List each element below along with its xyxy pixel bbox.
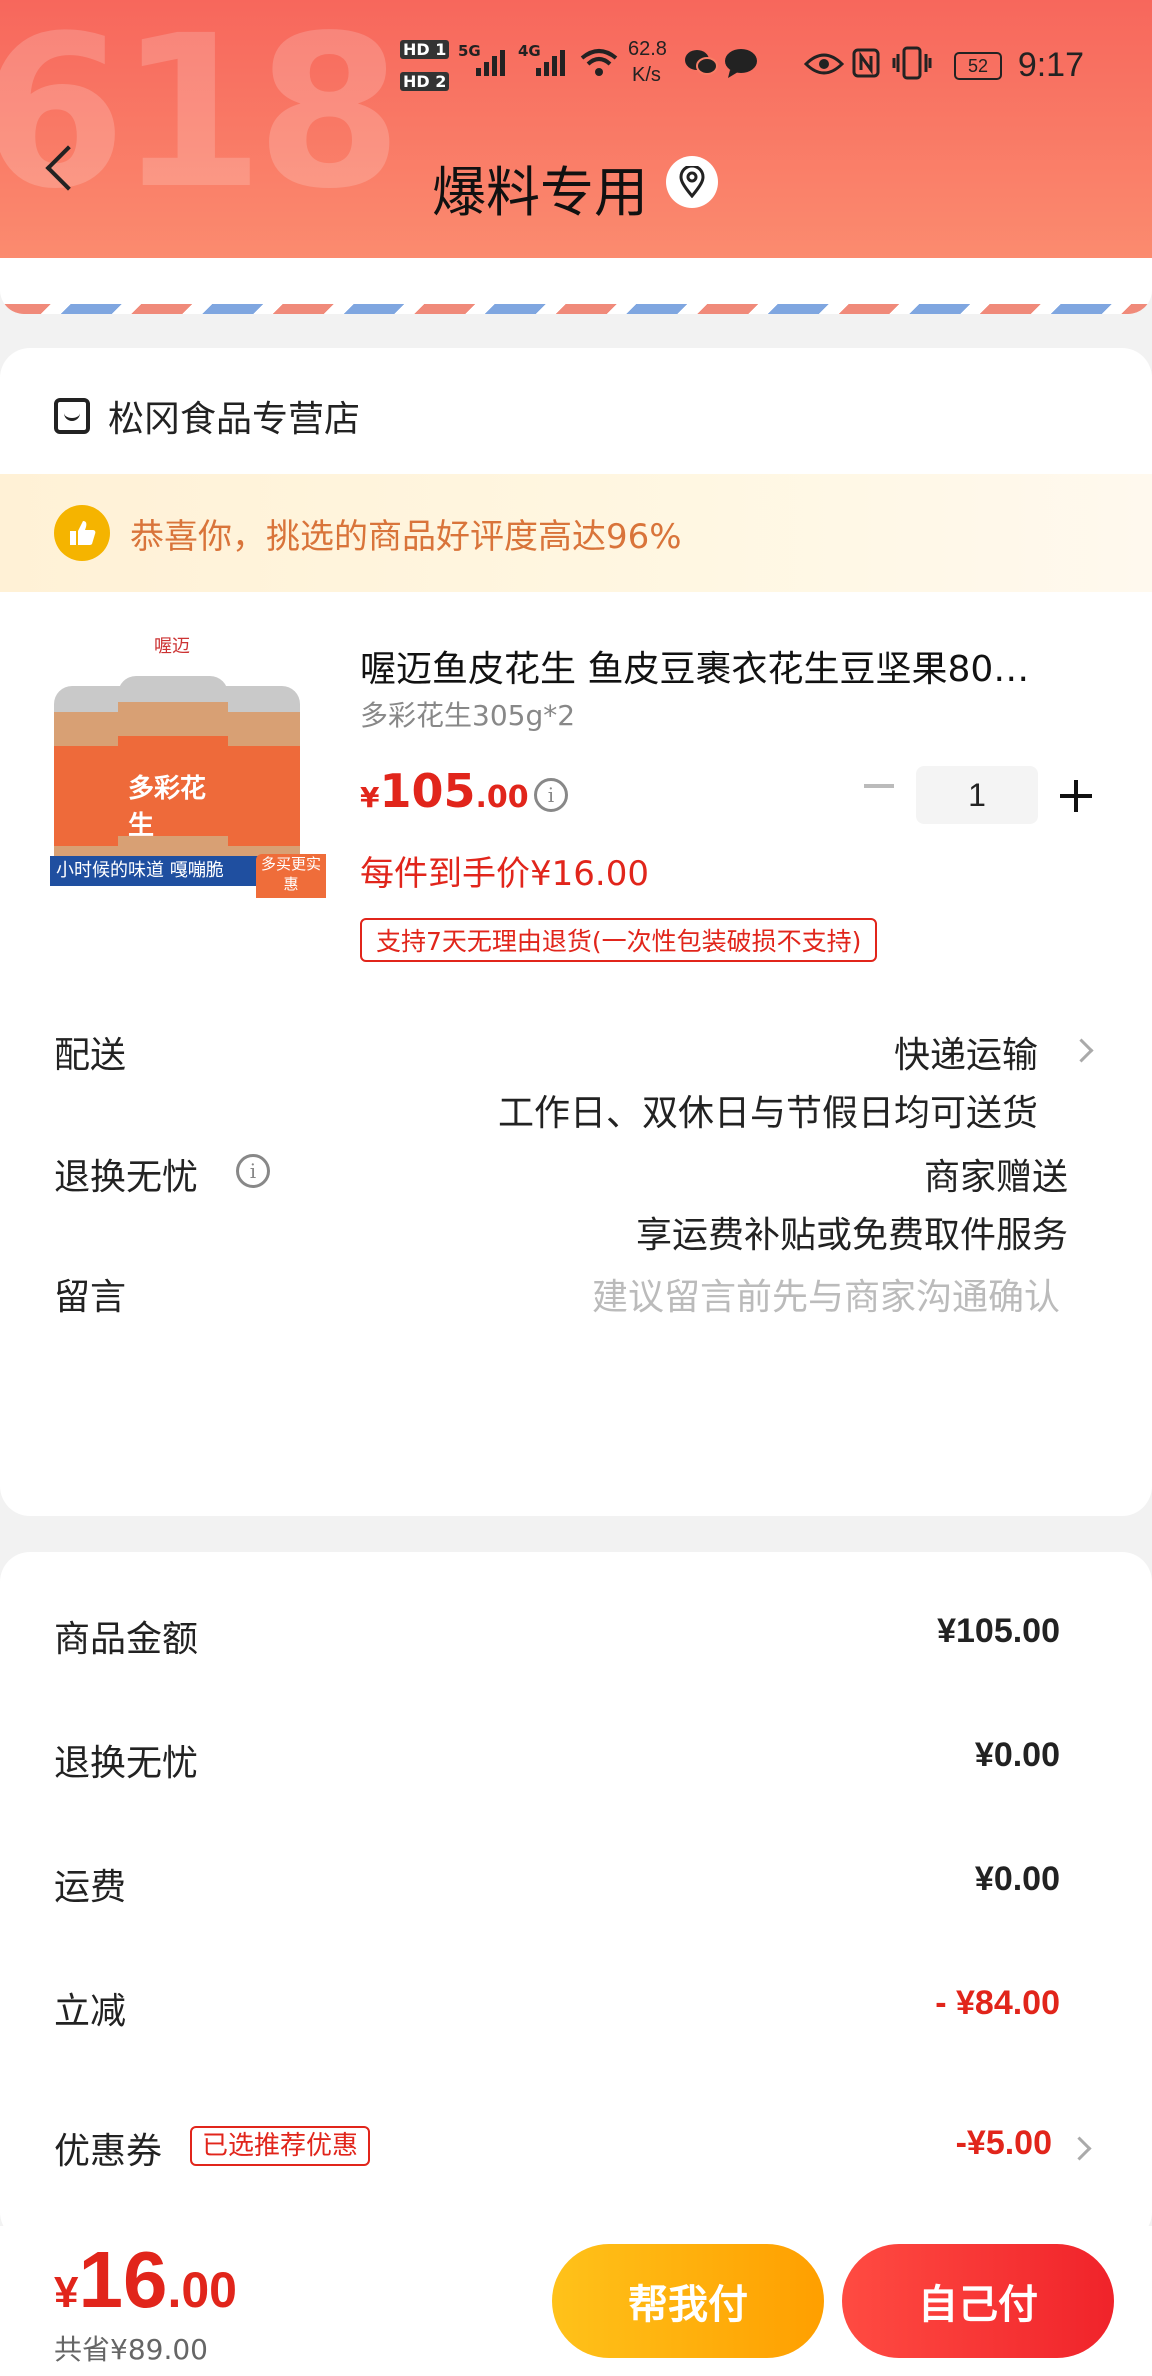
shop-name: 松冈食品专营店 <box>108 399 361 440</box>
shop-row[interactable]: 松冈食品专营店 <box>54 390 360 442</box>
product-spec[interactable]: 多彩花生305g*2 <box>360 694 575 734</box>
product-image-tag: 多买更实惠 <box>256 854 326 898</box>
coupon-tag: 已选推荐优惠 <box>190 2126 371 2166</box>
return-policy-tag: 支持7天无理由退货(一次性包装破损不支持) <box>360 918 878 962</box>
location-icon[interactable] <box>666 156 718 208</box>
summary-label-coupon: 优惠券 <box>54 2131 163 2172</box>
help-me-pay-button[interactable]: 帮我付 <box>552 2244 824 2358</box>
worry-free-note: 享运费补贴或免费取件服务 <box>635 1215 1068 1256</box>
checkout-bar: ¥16.00 共省¥89.00 帮我付 自己付 <box>0 2226 1152 2376</box>
eye-icon <box>804 53 844 75</box>
saved-amount: 共省¥89.00 <box>54 2333 208 2366</box>
summary-label-worry-free: 退换无忧 <box>54 1743 199 1784</box>
summary-value-coupon[interactable]: -¥5.00 <box>956 2124 1052 2163</box>
delivery-label: 配送 <box>54 1035 127 1076</box>
thumbs-up-icon <box>54 505 110 561</box>
product-price: ¥105.00 <box>360 764 529 818</box>
coupon-chevron-icon[interactable] <box>1067 2136 1092 2161</box>
summary-value-goods: ¥105.00 <box>937 1612 1060 1650</box>
summary-value-shipping: ¥0.00 <box>974 1860 1060 1898</box>
header: 618 HD 1 HD 2 5G 4G 62.8 K/s 52 9:17 爆料专… <box>0 0 1152 258</box>
quantity-input[interactable]: 1 <box>916 766 1038 824</box>
signal-icon <box>476 50 505 76</box>
total-price: ¥16.00 <box>54 2235 237 2324</box>
product-image[interactable]: 喔迈 多彩花生 小时候的味道 嘎嘣脆 多买更实惠 <box>50 626 326 912</box>
delivery-note: 工作日、双休日与节假日均可送货 <box>497 1093 1038 1134</box>
status-bar: HD 1 HD 2 5G 4G 62.8 K/s 52 9:17 <box>0 30 1152 100</box>
wechat-icon <box>685 50 718 75</box>
pay-myself-button[interactable]: 自己付 <box>842 2244 1114 2358</box>
delivery-method[interactable]: 快递运输 <box>894 1026 1038 1078</box>
message-label: 留言 <box>54 1277 127 1318</box>
quantity-plus-button[interactable] <box>1060 780 1092 812</box>
battery-icon: 52 <box>954 52 1002 80</box>
address-stripe <box>0 258 1152 314</box>
summary-label-shipping: 运费 <box>54 1867 127 1908</box>
quantity-minus-button[interactable] <box>864 784 894 788</box>
message-input[interactable]: 建议留言前先与商家沟通确认 <box>592 1268 1060 1320</box>
praise-text: 恭喜你，挑选的商品好评度高达96% <box>130 516 682 557</box>
praise-banner: 恭喜你，挑选的商品好评度高达96% <box>0 474 1152 592</box>
vibrate-icon <box>892 46 932 80</box>
summary-value-discount: - ¥84.00 <box>935 1984 1060 2022</box>
hd2-indicator: HD 2 <box>400 72 450 91</box>
shop-icon <box>54 398 90 434</box>
network-speed: 62.8 <box>628 38 667 60</box>
worry-free-info-icon[interactable]: i <box>236 1154 270 1188</box>
summary-label-discount: 立减 <box>54 1991 127 2032</box>
hd1-indicator: HD 1 <box>400 40 450 59</box>
unit-price: 每件到手价¥16.00 <box>360 854 649 894</box>
price-info-icon[interactable]: i <box>534 778 568 812</box>
signal-icon-2 <box>536 50 565 76</box>
product-name[interactable]: 喔迈鱼皮花生 鱼皮豆裹衣花生豆坚果80… <box>360 640 1029 692</box>
wifi-icon <box>580 49 618 76</box>
order-card: 松冈食品专营店 恭喜你，挑选的商品好评度高达96% 喔迈 多彩花生 小时候的味道… <box>0 348 1152 1516</box>
clock: 9:17 <box>1017 46 1084 84</box>
airmail-border <box>0 304 1152 314</box>
summary-label-goods: 商品金额 <box>54 1619 199 1660</box>
product-image-label: 多彩花生 <box>128 774 207 841</box>
product-image-brand: 喔迈 <box>154 636 190 657</box>
worry-free-label: 退换无忧 <box>54 1157 199 1198</box>
price-summary-card: 商品金额 ¥105.00 退换无忧 ¥0.00 运费 ¥0.00 立减 - ¥8… <box>0 1552 1152 2242</box>
summary-value-worry-free: ¥0.00 <box>974 1736 1060 1774</box>
message-icon <box>725 49 757 78</box>
page-title: 爆料专用 <box>432 161 648 224</box>
worry-free-value: 商家赠送 <box>923 1157 1068 1198</box>
nfc-icon <box>852 48 880 78</box>
chevron-right-icon[interactable] <box>1069 1038 1094 1063</box>
network-speed-unit: K/s <box>632 64 661 86</box>
